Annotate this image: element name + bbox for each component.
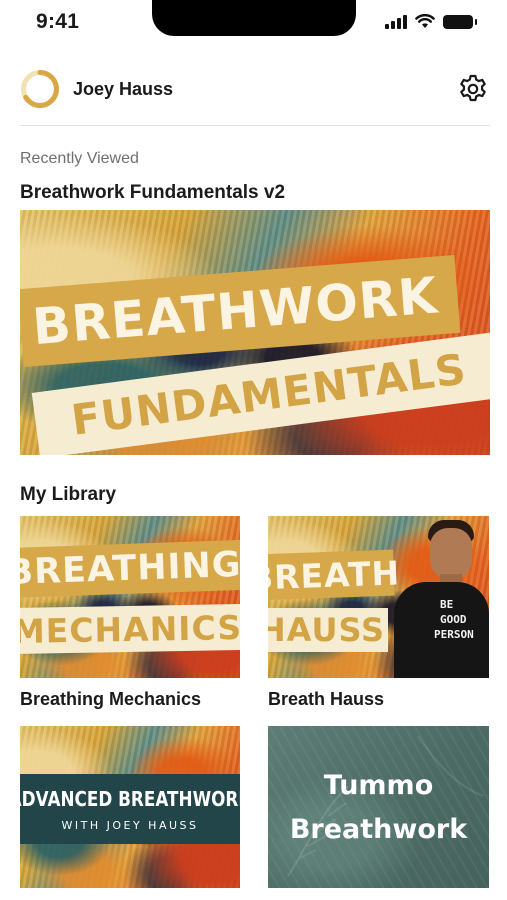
recent-course-title[interactable]: Breathwork Fundamentals v2 [20,182,285,204]
library-card-breath-hauss[interactable]: BREATH HAUSS BE GOOD PERSON [268,516,489,678]
notch [152,0,356,36]
user-name: Joey Hauss [73,79,174,99]
card-art-line-2: HAUSS [268,608,388,652]
leaf-pattern [287,735,484,877]
library-card-breathing-mechanics[interactable]: BREATHING MECHANICS [20,516,240,678]
card-label-breathing-mechanics[interactable]: Breathing Mechanics [20,689,201,710]
card-art-line-2: MECHANICS [20,603,240,655]
signal-icon [385,14,407,29]
card-art-line-2: WITH JOEY HAUSS [61,818,199,832]
my-library-heading: My Library [20,484,117,505]
status-icons [385,14,477,29]
wifi-icon [415,14,435,28]
settings-button[interactable] [456,72,490,106]
shirt-text-3: PERSON [434,628,474,641]
card-label-breath-hauss[interactable]: Breath Hauss [268,689,384,710]
library-card-tummo-breathwork[interactable]: Tummo Breathwork [268,726,489,888]
library-card-advanced-breathwork[interactable]: ADVANCED BREATHWORK WITH JOEY HAUSS [20,726,240,888]
featured-course-banner[interactable]: BREATHWORK FUNDAMENTALS [20,210,490,455]
card-art-line-1: BREATH [268,549,401,601]
recently-viewed-caption: Recently Viewed [20,150,139,167]
card-art-line-1: BREATHING [20,539,240,599]
gear-icon [460,74,486,102]
instructor-photo: BE GOOD PERSON [390,516,489,678]
avatar[interactable] [20,69,60,109]
card-art-line-1: ADVANCED BREATHWORK [20,787,240,811]
instructor-face [430,528,472,580]
battery-icon [443,14,477,29]
status-bar: 9:41 [0,0,507,48]
header-divider [20,125,490,126]
shirt-text-2: GOOD [440,613,467,626]
card-art-line-1: Tummo [323,770,434,801]
card-art-line-2: Breathwork [289,814,468,845]
instructor-shirt: BE GOOD PERSON [394,582,489,678]
status-time: 9:41 [36,10,80,33]
shirt-text-1: BE [440,598,454,611]
profile-header: Joey Hauss [20,66,490,112]
